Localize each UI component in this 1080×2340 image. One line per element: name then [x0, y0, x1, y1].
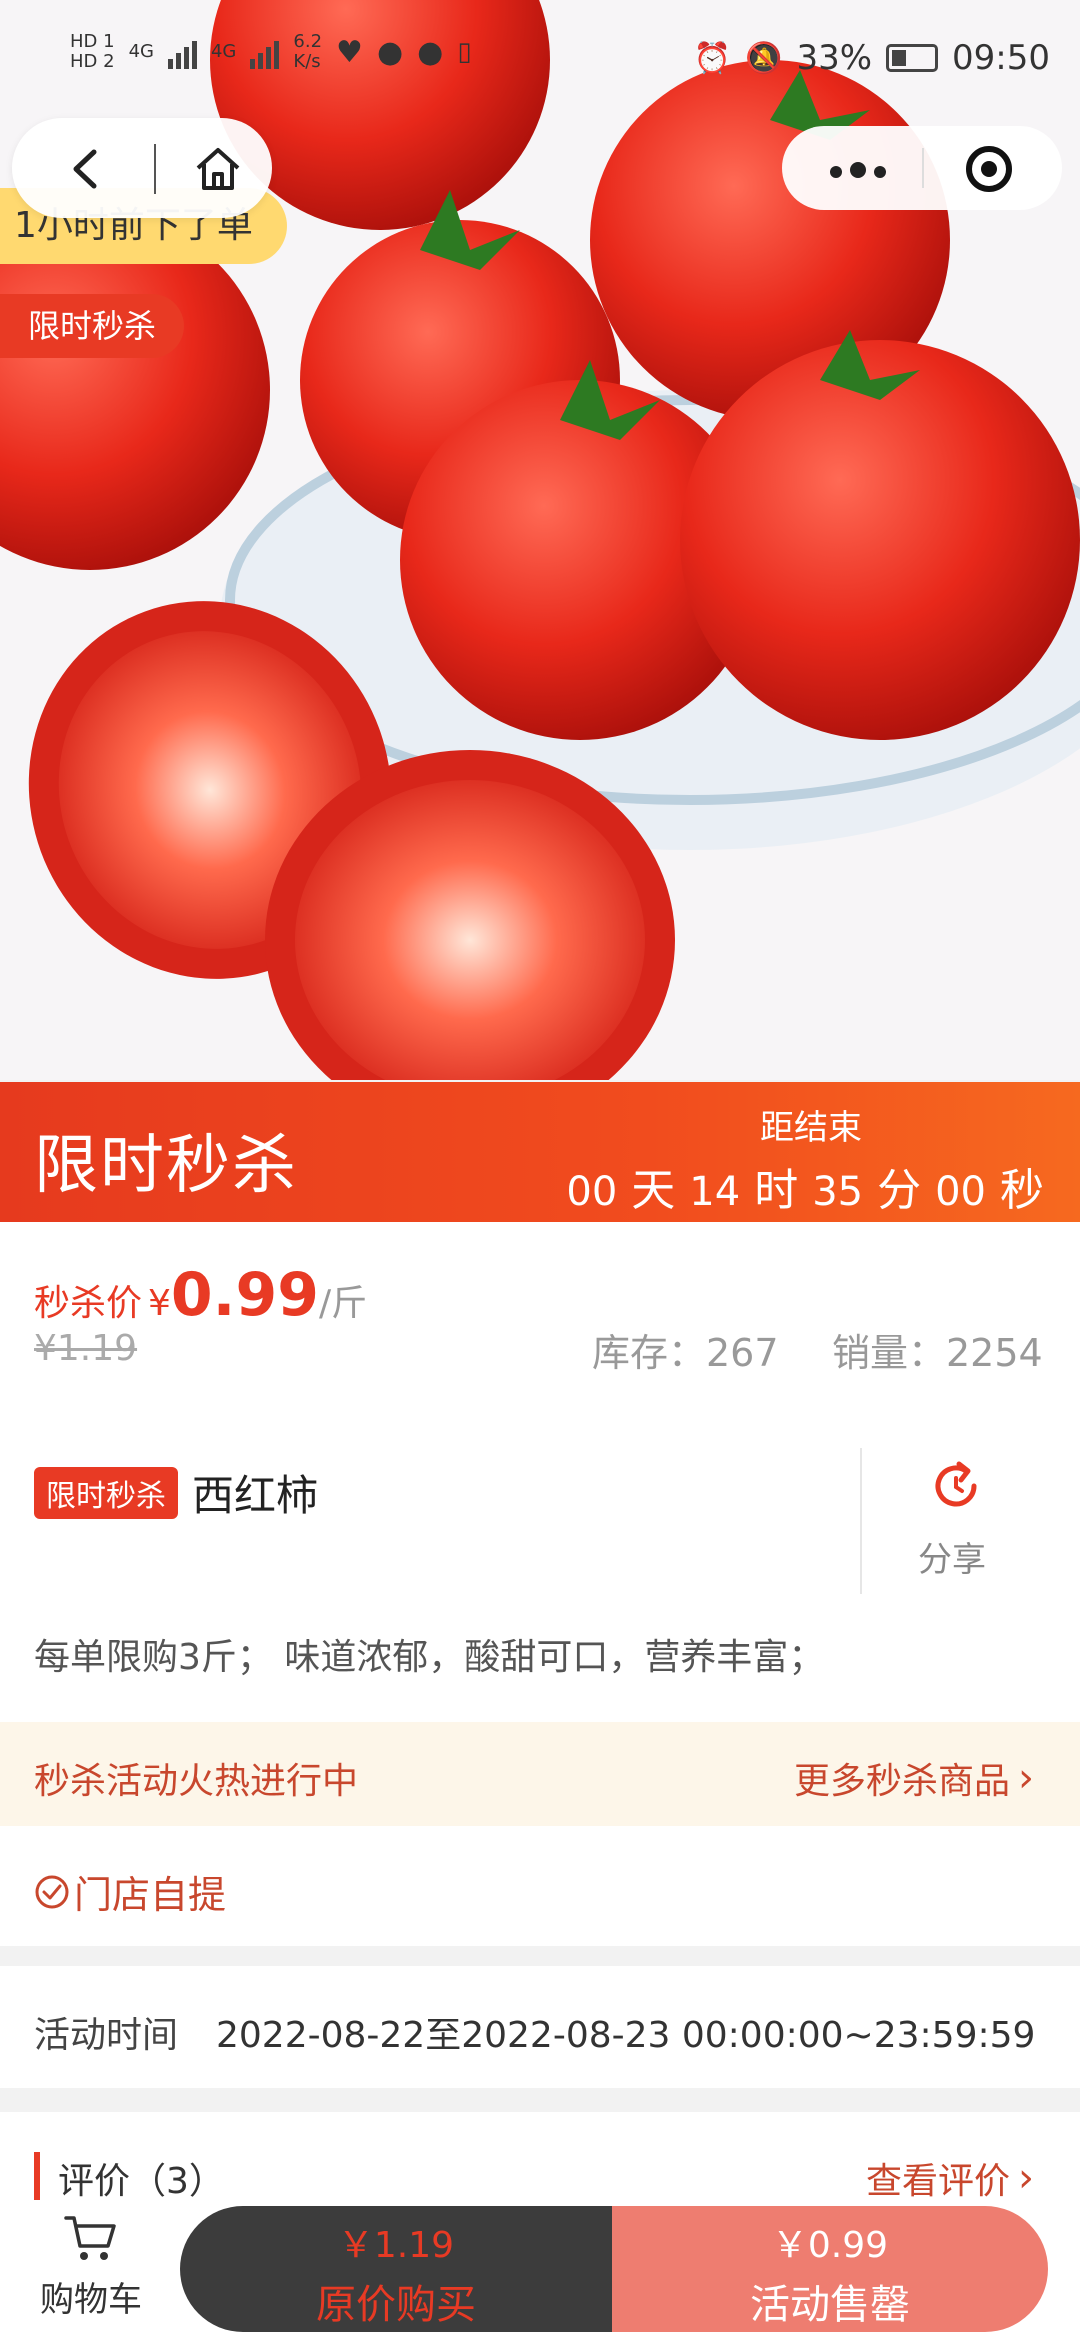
activity-time-value: 2022-08-22至2022-08-23 00:00:00~23:59:59 [216, 2015, 1036, 2056]
activity-time-card: 活动时间 2022-08-22至2022-08-23 00:00:00~23:5… [0, 1966, 1080, 2088]
price-label: 秒杀价 [34, 1283, 143, 1324]
net-speed-value: 6.2 [293, 31, 323, 52]
book-icon: ▯ [457, 37, 472, 67]
more-flash-sale-label: 更多秒杀商品 [793, 1761, 1010, 1802]
sale-price-amount: ￥0.99 [771, 2225, 889, 2266]
heart-icon: ♥ [336, 34, 363, 70]
check-circle-icon [35, 1875, 69, 1908]
product-image: HD 1 HD 2 4G 4G 6.2 K/s ♥ ● ● ▯ ⏰ 🔕 33% … [0, 0, 1080, 1080]
countdown-seconds-unit: 秒 [1000, 1165, 1044, 1216]
buy-original-price-button[interactable]: ￥1.19 原价购买 [180, 2206, 612, 2332]
countdown-label: 距结束 [760, 1108, 862, 1148]
pickup-option[interactable]: 门店自提 [34, 1864, 226, 1919]
countdown-timer: 00 天 14 时 35 分 00 秒 [566, 1154, 1044, 1218]
nav-capsule [12, 118, 272, 218]
stock-count: 库存：267 [592, 1331, 779, 1375]
net-label-1: 4G [128, 41, 154, 62]
countdown-hours-unit: 时 [754, 1165, 799, 1216]
bottom-action-bar: 购物车 ￥1.19 原价购买 ￥0.99 活动售罄 [0, 2198, 1080, 2340]
flash-sale-badge: 限时秒杀 [0, 294, 185, 358]
chevron-right-icon: › [1018, 1755, 1034, 1801]
flash-sale-title: 限时秒杀 [34, 1129, 298, 1203]
signal-icon-2 [250, 35, 280, 69]
alarm-icon: ⏰ [693, 40, 732, 76]
reviews-accent-bar [34, 2152, 40, 2200]
net-speed-unit: K/s [293, 51, 321, 72]
capsule-divider [922, 148, 924, 188]
app-icon: ● [417, 34, 444, 70]
countdown-days-unit: 天 [631, 1165, 676, 1216]
more-flash-sale-link[interactable]: 更多秒杀商品 › [794, 1752, 1034, 1804]
countdown-minutes: 35 [812, 1169, 864, 1215]
mute-icon: 🔕 [745, 40, 783, 76]
chevron-right-icon: › [1018, 2155, 1034, 2201]
net-speed: 6.2 K/s [293, 32, 322, 72]
close-miniapp-icon[interactable] [966, 146, 1012, 192]
product-name: 西红柿 [192, 1471, 319, 1520]
flash-sale-soldout-button[interactable]: ￥0.99 活动售罄 [612, 2206, 1048, 2332]
reviews-title: 评价（3） [58, 2161, 225, 2202]
original-price: ¥1.19 [34, 1328, 138, 1369]
sales-count: 销量：2254 [832, 1331, 1043, 1375]
pickup-label: 门店自提 [74, 1873, 227, 1917]
flash-sale-tag: 限时秒杀 [34, 1466, 178, 1519]
original-price-amount: ￥1.19 [337, 2225, 455, 2266]
promo-status: 秒杀活动火热进行中 [34, 1761, 359, 1802]
cart-button[interactable]: 购物车 [28, 2212, 154, 2321]
share-icon[interactable] [926, 1456, 986, 1516]
share-button[interactable]: 分享 [918, 1532, 986, 1581]
share-divider [860, 1448, 862, 1594]
cart-icon [64, 2216, 116, 2260]
nav-divider [154, 144, 156, 194]
miniapp-capsule [782, 126, 1062, 210]
price-unit: /斤 [318, 1283, 368, 1324]
hd2-label: HD 2 [70, 51, 115, 72]
price-row: 秒杀价 ¥ 0.99 /斤 [34, 1260, 367, 1330]
countdown-minutes-unit: 分 [877, 1165, 922, 1216]
home-icon[interactable] [192, 142, 244, 194]
product-description: 每单限购3斤； 味道浓郁，酸甜可口，营养丰富； [34, 1637, 825, 1678]
sale-status-label: 活动售罄 [750, 2282, 910, 2328]
hd1-label: HD 1 [70, 31, 115, 52]
signal-icon [167, 35, 197, 69]
back-icon[interactable] [62, 144, 112, 194]
countdown-hours: 14 [689, 1169, 741, 1215]
flash-sale-banner: 限时秒杀 距结束 00 天 14 时 35 分 00 秒 [0, 1082, 1080, 1222]
more-icon[interactable] [830, 162, 894, 182]
promo-bar[interactable]: 秒杀活动火热进行中 更多秒杀商品 › [0, 1722, 1080, 1826]
original-price-label: 原价购买 [316, 2282, 476, 2328]
product-info-card: 秒杀价 ¥ 0.99 /斤 ¥1.19 库存：267 销量：2254 限时秒杀 … [0, 1222, 1080, 1722]
countdown-seconds: 00 [935, 1169, 986, 1215]
price-currency: ¥ [148, 1283, 171, 1324]
hd-indicator: HD 1 HD 2 [70, 32, 115, 72]
battery-icon [886, 44, 939, 72]
view-reviews-link[interactable]: 查看评价 › [866, 2152, 1034, 2204]
countdown-days: 00 [566, 1169, 618, 1215]
clock: 09:50 [952, 38, 1050, 78]
pickup-card: 门店自提 [0, 1826, 1080, 1946]
chat-icon: ● [376, 34, 404, 70]
cart-label: 购物车 [40, 2280, 142, 2320]
view-reviews-label: 查看评价 [865, 2161, 1010, 2202]
battery-percent: 33% [796, 38, 873, 78]
product-title-row: 限时秒杀 西红柿 [34, 1462, 318, 1523]
net-label-2: 4G [210, 41, 237, 62]
sale-price: 0.99 [170, 1260, 319, 1330]
status-bar: HD 1 HD 2 4G 4G 6.2 K/s ♥ ● ● ▯ ⏰ 🔕 33% … [0, 0, 1080, 120]
activity-time-label: 活动时间 [34, 2015, 179, 2056]
